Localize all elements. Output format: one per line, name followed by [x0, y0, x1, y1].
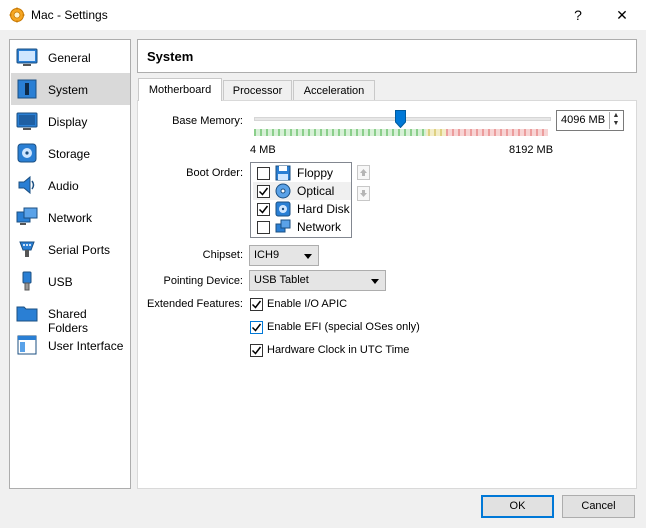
- base-memory-slider-thumb[interactable]: [395, 110, 407, 128]
- sidebar-item-network[interactable]: Network: [11, 201, 130, 233]
- boot-item-label: Network: [297, 220, 342, 234]
- enable-io-apic-checkbox[interactable]: [250, 298, 263, 311]
- chevron-down-icon: [304, 254, 312, 259]
- memory-slider-scale: [254, 129, 548, 136]
- sidebar-item-system[interactable]: System: [11, 73, 130, 105]
- pointing-device-select[interactable]: USB Tablet: [249, 270, 386, 291]
- audio-icon: [18, 175, 35, 195]
- memory-min-label: 4 MB: [250, 144, 276, 156]
- sidebar-item-label: System: [48, 83, 89, 97]
- boot-order-label: Boot Order:: [186, 167, 243, 179]
- boot-floppy-checkbox[interactable]: [257, 167, 270, 180]
- boot-optical-checkbox[interactable]: [257, 185, 270, 198]
- virtualbox-app-icon: [9, 7, 25, 23]
- boot-move-up-button[interactable]: [357, 165, 370, 180]
- display-icon: [16, 112, 38, 130]
- shared-folders-icon: [16, 306, 38, 322]
- optical-icon: [275, 183, 291, 199]
- chipset-select[interactable]: ICH9: [249, 245, 319, 266]
- serial-ports-icon: [19, 241, 35, 257]
- chipset-label: Chipset:: [202, 249, 243, 261]
- storage-icon: [17, 143, 37, 163]
- close-button[interactable]: ✕: [608, 4, 636, 26]
- extended-features-label: Extended Features:: [146, 298, 243, 310]
- cancel-button[interactable]: Cancel: [562, 495, 635, 518]
- memory-max-label: 8192 MB: [509, 144, 554, 156]
- enable-efi-label: Enable EFI (special OSes only): [267, 321, 420, 333]
- sidebar-item-label: Serial Ports: [48, 243, 111, 257]
- arrow-down-icon: [360, 190, 367, 197]
- ok-button[interactable]: OK: [481, 495, 554, 518]
- hard-disk-icon: [275, 201, 291, 217]
- network-icon: [16, 207, 38, 225]
- help-button[interactable]: ?: [566, 4, 590, 26]
- pointing-device-label: Pointing Device:: [163, 275, 244, 287]
- base-memory-value[interactable]: 4096 MB: [561, 114, 605, 126]
- enable-io-apic-label: Enable I/O APIC: [267, 298, 348, 310]
- sidebar-item-label: USB: [48, 275, 73, 289]
- page-title: System: [147, 49, 194, 64]
- base-memory-spinbox[interactable]: 4096 MB ▲ ▼: [556, 110, 624, 131]
- boot-item-floppy[interactable]: Floppy: [253, 164, 351, 182]
- tab-motherboard[interactable]: Motherboard: [138, 78, 222, 101]
- network-boot-icon: [275, 219, 291, 233]
- pointing-device-value: USB Tablet: [254, 274, 309, 286]
- title-bar: Mac - Settings ? ✕: [0, 0, 646, 30]
- hardware-clock-utc-label: Hardware Clock in UTC Time: [267, 344, 410, 356]
- sidebar-item-user-interface[interactable]: User Interface: [11, 329, 130, 361]
- general-icon: [16, 48, 38, 66]
- boot-move-down-button[interactable]: [357, 186, 370, 201]
- boot-item-label: Floppy: [297, 166, 334, 180]
- sidebar-item-storage[interactable]: Storage: [11, 137, 130, 169]
- sidebar-item-label: Storage: [48, 147, 91, 161]
- boot-item-network[interactable]: Network: [253, 218, 351, 236]
- sidebar-item-audio[interactable]: Audio: [11, 169, 130, 201]
- sidebar-item-label: Audio: [48, 179, 79, 193]
- boot-item-label: Optical: [297, 184, 335, 198]
- boot-order-list[interactable]: Floppy Optical Hard Disk Network: [250, 162, 352, 238]
- floppy-icon: [275, 165, 291, 181]
- tab-acceleration[interactable]: Acceleration: [293, 80, 375, 101]
- sidebar-item-general[interactable]: General: [11, 41, 130, 73]
- sidebar-item-display[interactable]: Display: [11, 105, 130, 137]
- enable-efi-checkbox[interactable]: [250, 321, 263, 334]
- sidebar-item-serial-ports[interactable]: Serial Ports: [11, 233, 130, 265]
- boot-item-label: Hard Disk: [297, 202, 350, 216]
- sidebar-item-label: Display: [48, 115, 88, 129]
- base-memory-label: Base Memory:: [172, 115, 243, 127]
- tab-processor[interactable]: Processor: [223, 80, 292, 101]
- system-icon: [17, 79, 37, 99]
- page-header: System: [137, 39, 637, 73]
- chevron-down-icon: [371, 279, 379, 284]
- user-interface-icon: [17, 335, 37, 355]
- arrow-up-icon: [360, 169, 367, 176]
- sidebar-item-usb[interactable]: USB: [11, 265, 130, 297]
- hardware-clock-utc-checkbox[interactable]: [250, 344, 263, 357]
- boot-hard-disk-checkbox[interactable]: [257, 203, 270, 216]
- sidebar-item-label: User Interface: [48, 339, 124, 353]
- spinbox-arrows[interactable]: ▲ ▼: [609, 112, 622, 129]
- sidebar-item-label: General: [48, 51, 91, 65]
- chipset-value: ICH9: [254, 249, 280, 261]
- boot-item-optical[interactable]: Optical: [253, 182, 351, 200]
- sidebar-item-shared-folders[interactable]: Shared Folders: [11, 297, 130, 335]
- sidebar-item-label: Network: [48, 211, 93, 225]
- motherboard-panel: [137, 100, 637, 489]
- settings-sidebar: General System Display Storage Audio Net…: [9, 39, 131, 489]
- usb-icon: [22, 271, 32, 291]
- boot-item-hard-disk[interactable]: Hard Disk: [253, 200, 351, 218]
- boot-network-checkbox[interactable]: [257, 221, 270, 234]
- window-title: Mac - Settings: [31, 8, 108, 22]
